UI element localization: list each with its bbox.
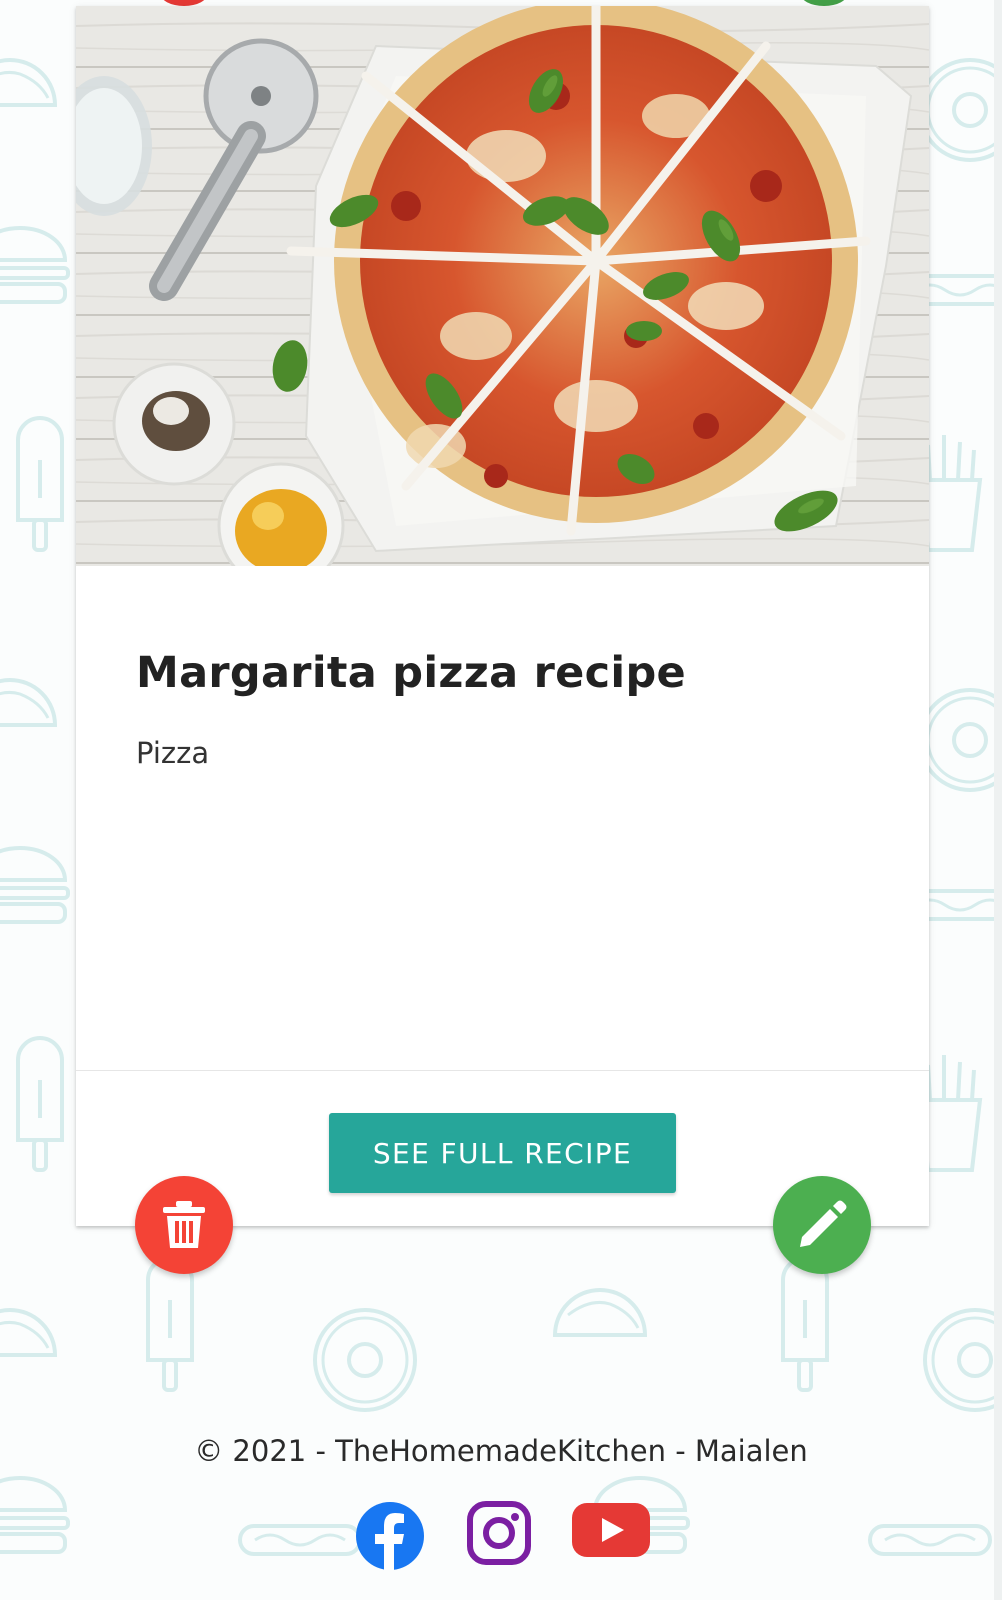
youtube-link[interactable] (570, 1500, 652, 1576)
trash-icon (163, 1201, 205, 1248)
recipe-image (76, 6, 929, 566)
instagram-link[interactable] (466, 1500, 532, 1576)
pencil-icon (800, 1200, 847, 1247)
facebook-icon (356, 1502, 424, 1570)
delete-recipe-button[interactable] (135, 1176, 233, 1274)
recipe-title: Margarita pizza recipe (136, 648, 686, 698)
edit-recipe-button[interactable] (773, 1176, 871, 1274)
facebook-link[interactable] (354, 1500, 426, 1576)
recipe-card: Margarita pizza recipe Pizza SEE FULL RE… (76, 6, 929, 1226)
see-full-recipe-button[interactable]: SEE FULL RECIPE (329, 1113, 676, 1193)
edge-strip (994, 0, 1002, 1600)
instagram-icon (467, 1501, 531, 1565)
recipe-category: Pizza (136, 736, 210, 770)
card-content: Margarita pizza recipe Pizza (76, 566, 929, 1070)
youtube-icon (572, 1503, 650, 1557)
pizza-illustration (76, 6, 929, 566)
footer-copyright: © 2021 - TheHomemadeKitchen - Maialen (194, 1434, 808, 1468)
